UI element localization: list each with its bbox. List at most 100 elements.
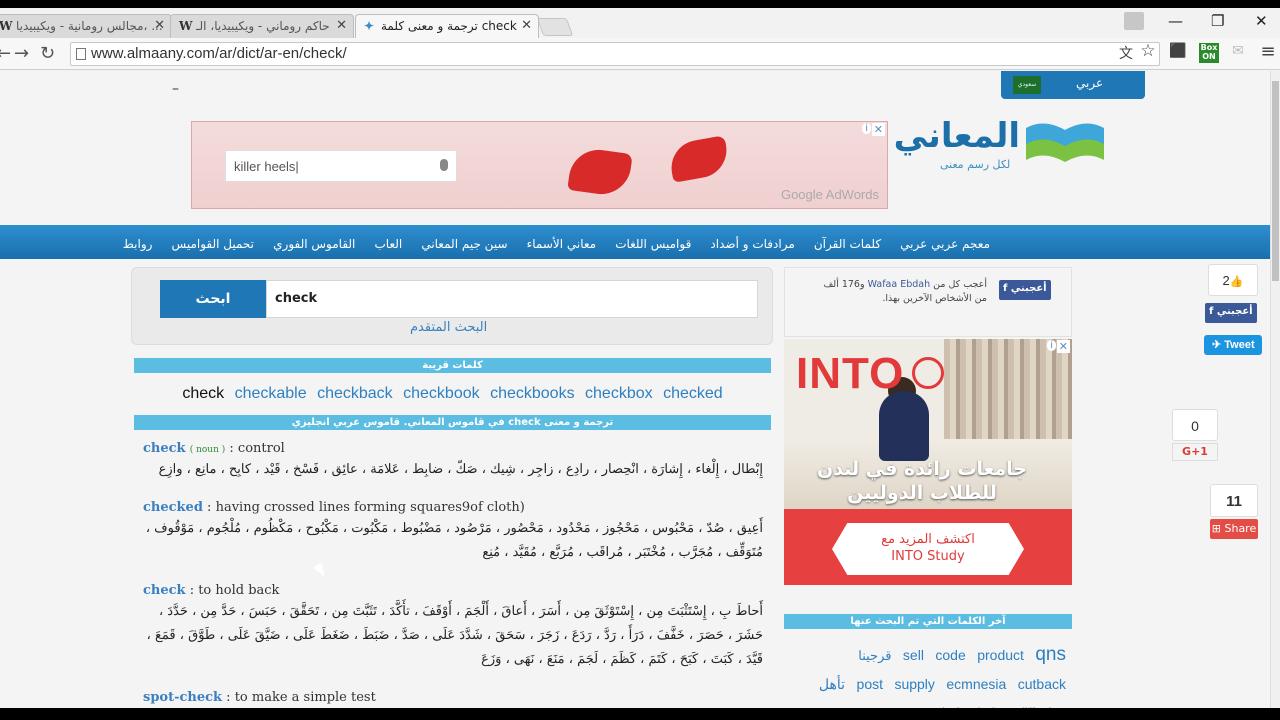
tag-link[interactable]: sell: [903, 647, 924, 663]
into-ad[interactable]: INTO جامعات رائدة في لندن للطلاب الدوليي…: [784, 339, 1072, 585]
google-adwords-label: Google AdWords: [780, 187, 879, 202]
near-word-link[interactable]: checkbox: [585, 385, 653, 402]
entry-word[interactable]: spot-check: [143, 690, 222, 705]
entry-arabic: أَحاطَ بِ ، إِسْتَثْبَتَ مِن ، إِسْتَوْث…: [146, 604, 763, 667]
ad-close-icon[interactable]: ✕: [871, 123, 885, 136]
tab-strip: W مجالس رومانية - ويكيبيديا، ... ✕ W حاكم …: [0, 8, 1280, 38]
menu-icon[interactable]: ≡: [1258, 41, 1278, 62]
ad-cta-button[interactable]: اكتشف المزيد مع INTO Study: [832, 523, 1024, 575]
tag-link[interactable]: قرجينا: [858, 648, 891, 663]
nav-games[interactable]: العاب: [374, 237, 402, 251]
share-button[interactable]: ⊞ Share: [1210, 519, 1258, 539]
tag-link[interactable]: bachelor: [956, 705, 1006, 708]
url-text: www.almaany.com/ar/dict/ar-en/check/: [91, 45, 347, 62]
banner-ad[interactable]: killer heels| Google AdWords i ✕: [191, 121, 888, 209]
tab-majalis[interactable]: W مجالس رومانية - ويكيبيديا، ... ✕: [0, 14, 172, 38]
entry-word[interactable]: checked: [143, 500, 203, 515]
extension-icon[interactable]: ✉: [1228, 43, 1248, 63]
tab-hakim[interactable]: W حاكم روماني - ويكيبيديا، الـ ✕: [170, 14, 354, 38]
near-word-link[interactable]: checkbook: [403, 385, 480, 402]
ad-info-icon[interactable]: i: [1047, 340, 1056, 351]
page-scrollbar[interactable]: [1270, 71, 1280, 708]
tag-link[interactable]: good: [916, 705, 945, 708]
advanced-search-link[interactable]: البحث المتقدم: [410, 320, 487, 335]
fb-friend-name[interactable]: Wafaa Ebdah: [868, 279, 931, 290]
address-bar[interactable]: www.almaany.com/ar/dict/ar-en/check/: [70, 42, 1160, 66]
facebook-like-button-small[interactable]: f أعجبني: [1205, 303, 1257, 323]
reload-button[interactable]: ↻: [40, 43, 55, 64]
near-words-list: check checkable checkback checkbook chec…: [134, 373, 771, 415]
close-window-button[interactable]: ✕: [1255, 12, 1268, 30]
nav-synonyms[interactable]: مرادفات و أضداد: [710, 237, 794, 251]
entry-word[interactable]: check: [143, 583, 186, 598]
tag-link[interactable]: qns: [1035, 644, 1066, 665]
scrollbar-thumb[interactable]: [1272, 81, 1279, 281]
into-logo: INTO: [796, 349, 905, 398]
pdf-icon[interactable]: ⬛: [1168, 43, 1188, 63]
tab-close-icon[interactable]: ✕: [521, 18, 532, 33]
back-button[interactable]: ←: [0, 43, 11, 64]
tag-link[interactable]: post: [857, 676, 883, 692]
entry: spot-check : to make a simple test: [143, 690, 763, 705]
boxon-icon[interactable]: Box ON: [1199, 43, 1219, 63]
ad-info-icon[interactable]: i: [862, 123, 871, 134]
almaany-logo[interactable]: المعاني لكل رسم معنى: [893, 116, 1110, 186]
student-image: [879, 391, 929, 461]
language-label: عربي: [1076, 76, 1104, 90]
last-searched-heading: آخر الكلمات التي تم البحث عنها: [784, 614, 1072, 629]
tab-close-icon[interactable]: ✕: [154, 18, 165, 33]
near-word-link[interactable]: checked: [663, 385, 723, 402]
tag-link[interactable]: supply: [894, 676, 934, 692]
thumbs-up-icon: 👍: [1229, 276, 1244, 288]
facebook-icon: f: [1209, 306, 1217, 317]
forward-button[interactable]: →: [14, 43, 29, 64]
tab-almaany[interactable]: ✦ ترجمة و معنى كلمة check ✕: [355, 14, 539, 38]
bookmark-star-icon[interactable]: ☆: [1138, 41, 1158, 61]
nav-links[interactable]: روابط: [123, 237, 153, 251]
boxon-line2: ON: [1202, 52, 1216, 61]
search-button[interactable]: ابحث: [160, 280, 266, 318]
facebook-like-label: أعجبني: [1010, 283, 1047, 294]
tag-link[interactable]: تأهل: [819, 676, 845, 692]
entry-word[interactable]: check: [143, 441, 186, 456]
near-word-link[interactable]: checkable: [235, 385, 307, 402]
profile-icon[interactable]: [1124, 12, 1144, 30]
nav-download-dictionaries[interactable]: تحميل القواميس: [172, 237, 255, 251]
minimize-button[interactable]: —: [1168, 12, 1183, 30]
nav-language-dictionaries[interactable]: قواميس اللغات: [615, 237, 691, 251]
ad-close-icon[interactable]: ✕: [1056, 340, 1070, 353]
tweet-button[interactable]: ✈ Tweet: [1204, 335, 1262, 355]
tag-link[interactable]: diffusion: [1018, 705, 1066, 708]
tag-link[interactable]: code: [935, 647, 965, 663]
gplus-button[interactable]: G+1: [1172, 443, 1218, 461]
tag-link[interactable]: ecmnesia: [946, 676, 1006, 692]
wikipedia-icon: W: [179, 19, 193, 33]
entry-gloss: : having crossed lines forming squares9o…: [202, 500, 525, 515]
translate-icon[interactable]: 文: [1116, 43, 1136, 63]
tag-link[interactable]: product: [977, 647, 1024, 663]
near-word-link[interactable]: checkback: [317, 385, 393, 402]
facebook-like-text: أعجب كل من Wafaa Ebdah و176 ألف من الأشخ…: [817, 278, 987, 306]
near-word-link[interactable]: checkbooks: [490, 385, 575, 402]
nav-name-meanings[interactable]: معاني الأسماء: [527, 237, 597, 251]
share-count: 11: [1210, 484, 1258, 517]
nav-instant-dictionary[interactable]: القاموس الفوري: [273, 237, 355, 251]
nav-quiz[interactable]: سين جيم المعاني: [421, 237, 507, 251]
tab-label: ترجمة و معنى كلمة check: [381, 19, 517, 33]
restore-button[interactable]: ❐: [1211, 12, 1224, 30]
logo-word: المعاني: [893, 116, 1020, 156]
new-tab-button[interactable]: [536, 18, 574, 36]
browser-toolbar: ← → ↻ www.almaany.com/ar/dict/ar-en/chec…: [0, 38, 1280, 70]
tag-link[interactable]: cutback: [1018, 676, 1066, 692]
minus-icon[interactable]: –: [172, 81, 179, 97]
search-input[interactable]: check: [266, 280, 758, 318]
results-heading: ترجمة و معنى check في قاموس المعاني. قام…: [134, 415, 771, 430]
facebook-like-button[interactable]: f أعجبني: [999, 280, 1051, 300]
fb-like-small-label: أعجبني: [1216, 306, 1253, 317]
nav-arabic-arabic[interactable]: معجم عربي عربي: [900, 237, 990, 251]
ad-search-box[interactable]: killer heels|: [225, 150, 457, 182]
tab-close-icon[interactable]: ✕: [336, 18, 347, 33]
nav-quran-words[interactable]: كلمات القرآن: [814, 237, 881, 251]
tag-link[interactable]: server: [869, 705, 905, 708]
language-switch[interactable]: سعودي عربي: [1001, 71, 1145, 99]
